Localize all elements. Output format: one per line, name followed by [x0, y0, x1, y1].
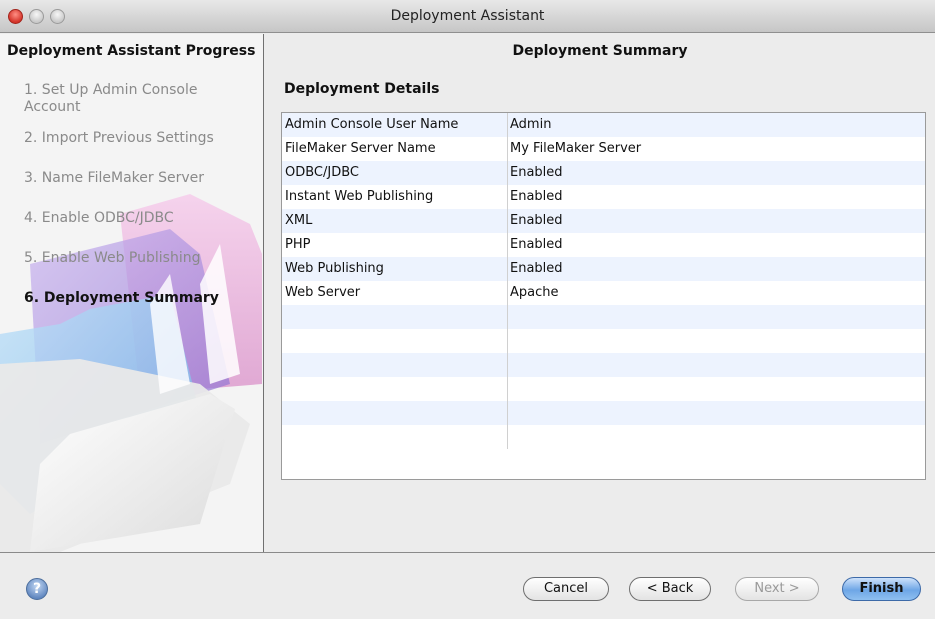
table-row[interactable]: Web Publishing Enabled [282, 257, 925, 281]
section-label: Deployment Details [284, 81, 440, 97]
setting-name: Web Server [282, 281, 508, 305]
setting-name: ODBC/JDBC [282, 161, 508, 185]
setting-name [282, 305, 508, 329]
step-set-up-admin-console: 1. Set Up Admin Console Account [24, 82, 198, 115]
setting-name: XML [282, 209, 508, 233]
back-button[interactable]: < Back [629, 577, 711, 601]
setting-name: PHP [282, 233, 508, 257]
cancel-button[interactable]: Cancel [523, 577, 609, 601]
setting-value [508, 353, 925, 377]
deployment-details-table[interactable]: Admin Console User Name Admin FileMaker S… [281, 112, 926, 480]
table-row [282, 329, 925, 353]
setting-name [282, 425, 508, 449]
next-button[interactable]: Next > [735, 577, 819, 601]
setting-value [508, 401, 925, 425]
setting-value: Enabled [510, 189, 563, 204]
setting-value [508, 377, 925, 401]
setting-value: Enabled [510, 165, 563, 180]
setting-value: Enabled [510, 213, 563, 228]
setting-value [508, 329, 925, 353]
step-name-filemaker-server: 3. Name FileMaker Server [24, 170, 204, 186]
table-row [282, 425, 925, 449]
deployment-assistant-window: Deployment Assistant Deployment Assistan… [0, 0, 935, 619]
setting-name [282, 401, 508, 425]
setting-value: My FileMaker Server [510, 141, 642, 156]
setting-value [508, 305, 925, 329]
setting-value: Enabled [510, 237, 563, 252]
setting-name [282, 353, 508, 377]
help-icon[interactable]: ? [26, 578, 48, 600]
table-row[interactable]: XML Enabled [282, 209, 925, 233]
table-row[interactable]: Admin Console User Name Admin [282, 113, 925, 137]
summary-panel: Deployment Summary Deployment Details Ad… [265, 34, 935, 552]
table-row [282, 353, 925, 377]
step-deployment-summary: 6. Deployment Summary [24, 290, 219, 306]
setting-name: FileMaker Server Name [282, 137, 508, 161]
table-row[interactable]: Web Server Apache [282, 281, 925, 305]
setting-name: Instant Web Publishing [282, 185, 508, 209]
table-row[interactable]: Instant Web Publishing Enabled [282, 185, 925, 209]
table-row [282, 401, 925, 425]
progress-sidebar: Deployment Assistant Progress 1. Set Up … [0, 34, 264, 552]
setting-name [282, 377, 508, 401]
setting-value: Admin [510, 117, 552, 132]
setting-name: Admin Console User Name [282, 113, 508, 137]
progress-steps: 1. Set Up Admin Console Account 2. Impor… [24, 82, 254, 330]
setting-value [508, 425, 925, 449]
step-enable-odbc-jdbc: 4. Enable ODBC/JDBC [24, 210, 174, 226]
table-row[interactable]: FileMaker Server Name My FileMaker Server [282, 137, 925, 161]
step-enable-web-publishing: 5. Enable Web Publishing [24, 250, 201, 266]
table-row [282, 377, 925, 401]
step-import-previous-settings: 2. Import Previous Settings [24, 130, 214, 146]
sidebar-title: Deployment Assistant Progress [7, 43, 256, 59]
title-bar: Deployment Assistant [0, 0, 935, 33]
finish-button[interactable]: Finish [842, 577, 921, 601]
page-title: Deployment Summary [512, 43, 688, 59]
window-title: Deployment Assistant [390, 8, 545, 24]
setting-name [282, 329, 508, 353]
setting-value: Enabled [510, 261, 563, 276]
table-row[interactable]: ODBC/JDBC Enabled [282, 161, 925, 185]
setting-name: Web Publishing [282, 257, 508, 281]
setting-value: Apache [510, 285, 559, 300]
table-row [282, 305, 925, 329]
table-row[interactable]: PHP Enabled [282, 233, 925, 257]
button-bar: ? Cancel < Back Next > Finish [0, 553, 935, 619]
